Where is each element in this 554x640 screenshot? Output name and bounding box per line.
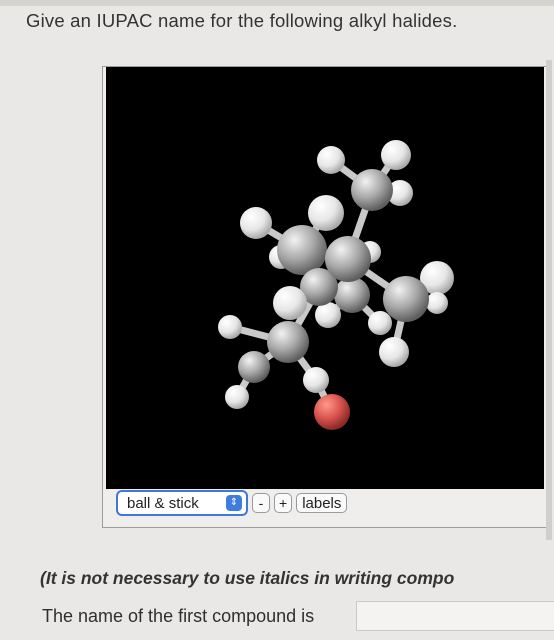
labels-button[interactable]: labels (296, 493, 348, 513)
italics-note: (It is not necessary to use italics in w… (40, 568, 455, 588)
hydrogen-atom (218, 315, 242, 339)
zoom-in-button[interactable]: + (274, 493, 293, 513)
zoom-out-button[interactable]: - (252, 493, 270, 513)
first-compound-name-input[interactable] (356, 601, 554, 631)
hydrogen-atom (381, 140, 411, 170)
hydrogen-atom (303, 367, 329, 393)
carbon-atom (277, 225, 327, 275)
hydrogen-atom (368, 311, 392, 335)
hydrogen-atom (426, 292, 448, 314)
hydrogen-atom (240, 207, 272, 239)
hydrogen-atom (379, 337, 409, 367)
atoms (218, 140, 454, 430)
hydrogen-atom (225, 385, 249, 409)
render-mode-select[interactable]: ball & stick ⇕ (116, 490, 248, 516)
molecule-viewer (102, 66, 548, 528)
carbon-atom (325, 236, 371, 282)
question-text: Give an IUPAC name for the following alk… (26, 10, 458, 31)
carbon-atom (334, 277, 370, 313)
carbon-atom (238, 351, 270, 383)
hydrogen-atom (273, 286, 307, 320)
render-mode-value: ball & stick (127, 494, 199, 512)
carbon-atom (351, 169, 393, 211)
viewer-controls: ball & stick ⇕ - + labels (116, 490, 348, 516)
top-strip (0, 0, 554, 6)
hydrogen-atom (317, 146, 345, 174)
molecule-canvas[interactable] (106, 67, 544, 489)
carbon-atom (383, 276, 429, 322)
halogen-atom (314, 394, 350, 430)
hydrogen-atom (308, 195, 344, 231)
right-panel-edge (546, 60, 552, 540)
molecule-svg (218, 140, 454, 430)
select-arrows-icon: ⇕ (226, 495, 242, 511)
carbon-atom (267, 321, 309, 363)
answer-prompt: The name of the first compound is (42, 606, 315, 626)
